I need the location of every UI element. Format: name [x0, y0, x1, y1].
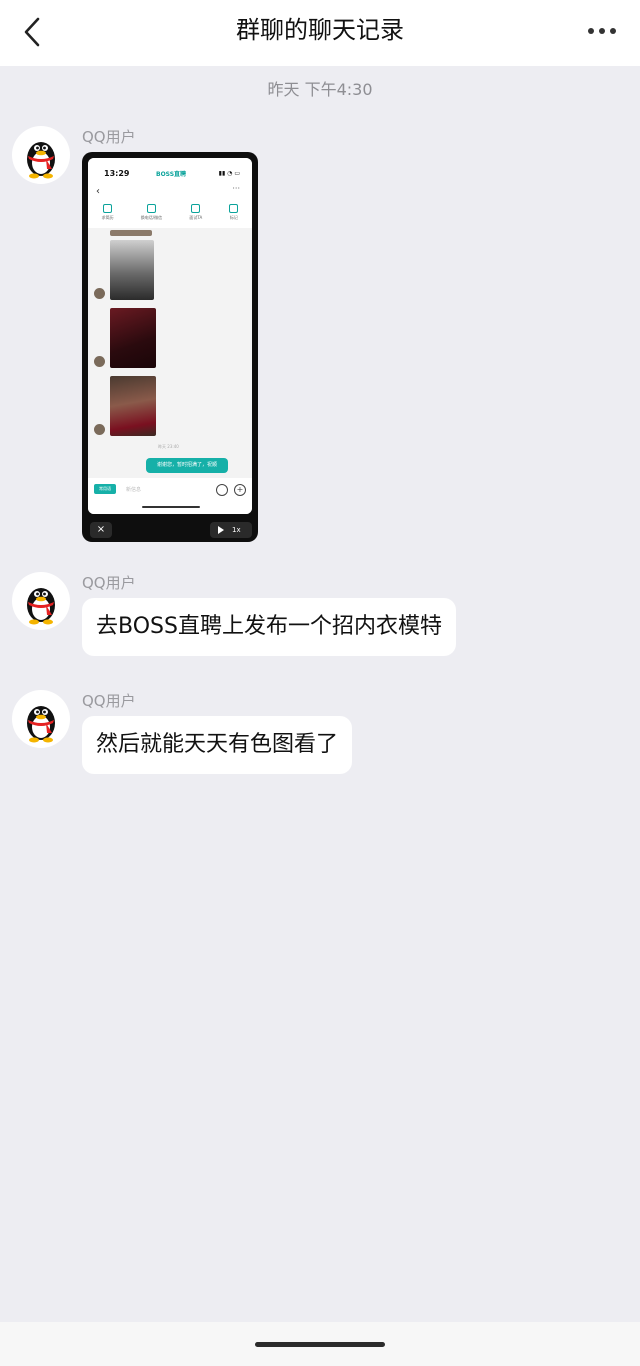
phone-icon: [146, 204, 156, 213]
qq-penguin-icon: [27, 142, 55, 179]
screenshot-tool: 求简历: [102, 204, 114, 221]
nav-header: 群聊的聊天记录: [0, 0, 640, 66]
photo-thumbnail: [110, 230, 152, 236]
screenshot-toolbar: 求简历 换电话/微信 面试TA 标记: [88, 204, 252, 221]
screenshot-tag: 常用语: [94, 484, 116, 494]
plus-icon: +: [234, 484, 246, 496]
photo-thumbnail: [110, 376, 156, 436]
message-bubble[interactable]: 然后就能天天有色图看了: [82, 716, 353, 774]
chat-message: QQ用户 13:29 BOSS直聘 ▮▮ ◔ ▭ ‹ ··· 求简历 换电话/微…: [12, 126, 628, 556]
speed-label: 1x: [232, 526, 241, 534]
video-controls: × 1x: [82, 518, 258, 542]
close-icon[interactable]: ×: [90, 522, 112, 538]
resume-icon: [103, 204, 113, 213]
home-indicator[interactable]: [255, 1342, 385, 1347]
screenshot-home-indicator: [142, 506, 200, 508]
bottom-bar: [0, 1322, 640, 1366]
qq-penguin-icon: [27, 588, 55, 625]
photo-thumbnail: [110, 240, 154, 300]
screenshot-avatar: [94, 356, 105, 367]
screenshot-avatar: [94, 288, 105, 299]
emoji-icon: [216, 484, 228, 496]
play-icon: [218, 526, 224, 534]
play-button[interactable]: 1x: [210, 522, 252, 538]
screenshot-content: 13:29 BOSS直聘 ▮▮ ◔ ▭ ‹ ··· 求简历 换电话/微信 面试T…: [88, 158, 252, 514]
screenshot-back-icon: ‹: [96, 186, 100, 197]
screenshot-daytime: 昨天 23:40: [158, 444, 179, 449]
screenshot-app-title: BOSS直聘: [156, 171, 187, 178]
pin-icon: [229, 204, 239, 213]
screenshot-tool: 标记: [229, 204, 239, 221]
avatar[interactable]: [12, 126, 70, 184]
photo-thumbnail: [110, 308, 156, 368]
image-message[interactable]: 13:29 BOSS直聘 ▮▮ ◔ ▭ ‹ ··· 求简历 换电话/微信 面试T…: [82, 152, 258, 542]
screenshot-tool: 面试TA: [189, 204, 202, 221]
page-title: 群聊的聊天记录: [236, 16, 404, 44]
chat-message: QQ用户 然后就能天天有色图看了: [12, 690, 628, 780]
screenshot-avatar: [94, 424, 105, 435]
more-dots-icon: [588, 28, 616, 34]
screenshot-tool: 换电话/微信: [141, 204, 162, 221]
screenshot-input-bar: 常用语 新信息 +: [88, 478, 252, 514]
screenshot-header: 13:29 BOSS直聘 ▮▮ ◔ ▭ ‹ ··· 求简历 换电话/微信 面试T…: [88, 158, 252, 228]
sender-name: QQ用户: [82, 692, 136, 710]
interview-icon: [191, 204, 201, 213]
more-button[interactable]: [582, 18, 622, 44]
qq-penguin-icon: [27, 706, 55, 743]
sender-name: QQ用户: [82, 128, 136, 146]
chat-message: QQ用户 去BOSS直聘上发布一个招内衣模特: [12, 572, 628, 662]
avatar[interactable]: [12, 572, 70, 630]
signal-wifi-battery-icon: ▮▮ ◔ ▭: [218, 170, 240, 177]
screenshot-time: 13:29: [104, 169, 130, 178]
screenshot-sent-message: 谢谢您，暂时招满了，祝顺: [146, 458, 228, 473]
avatar[interactable]: [12, 690, 70, 748]
back-button[interactable]: [14, 14, 50, 50]
chat-timestamp: 昨天 下午4:30: [267, 80, 373, 99]
chevron-left-icon: [24, 17, 40, 47]
sender-name: QQ用户: [82, 574, 136, 592]
screenshot-more-icon: ···: [232, 184, 240, 193]
screenshot-placeholder: 新信息: [126, 487, 142, 493]
message-bubble[interactable]: 去BOSS直聘上发布一个招内衣模特: [82, 598, 456, 656]
